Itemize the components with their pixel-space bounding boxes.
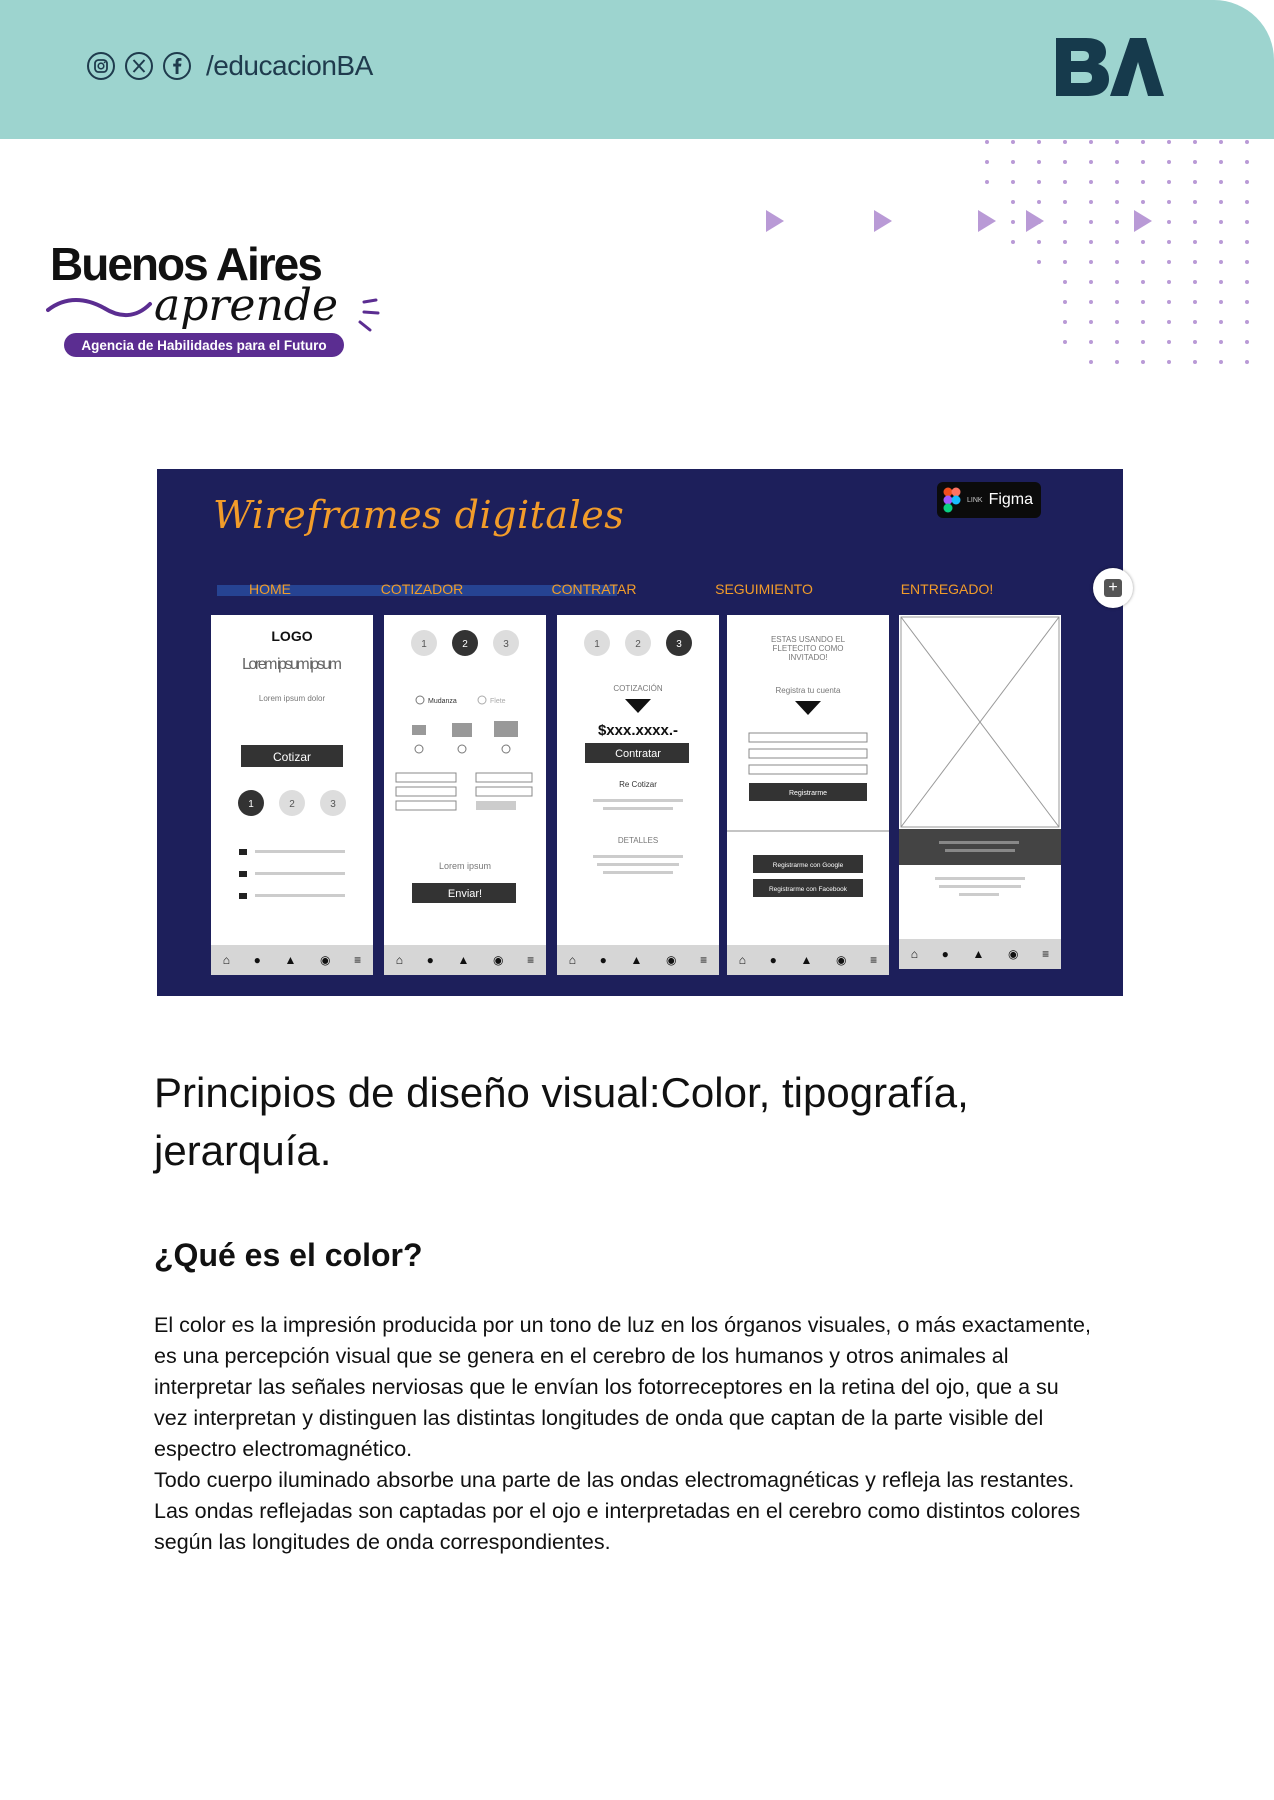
- brand-tagline: Agencia de Habilidades para el Futuro: [81, 338, 326, 353]
- phone-nav-bar: ⌂ ● ▲ ◉ ≡: [727, 945, 889, 975]
- cot-option-flete: Flete: [490, 698, 506, 705]
- wireframes-image: Wireframes digitales LINK Figma HOME COT…: [157, 469, 1123, 996]
- con-step-1: 1: [594, 639, 600, 650]
- home-screen: LOGO Lorem ipsum ipsum Lorem ipsum dolor…: [238, 628, 346, 899]
- paragraph-2: Todo cuerpo iluminado absorbe una parte …: [154, 1468, 1081, 1554]
- con-step-3: 3: [676, 639, 682, 650]
- home-icon: ⌂: [395, 953, 404, 967]
- home-sub: Lorem ipsum dolor: [259, 694, 326, 703]
- ba-logo: [1056, 38, 1164, 96]
- user-icon: ▲: [284, 953, 297, 967]
- figma-link-button[interactable]: LINK Figma: [937, 482, 1041, 518]
- cot-enviar-button: Enviar!: [448, 888, 482, 900]
- cot-step-2: 2: [462, 639, 468, 650]
- seg-google-button: Registrarme con Google: [773, 862, 844, 869]
- tab-contratar: CONTRATAR: [551, 581, 637, 597]
- menu-icon: ≡: [354, 953, 362, 967]
- cot-step-3: 3: [503, 639, 509, 650]
- phone-nav-bar: ⌂ ● ▲ ◉ ≡: [899, 939, 1061, 969]
- instagram-icon[interactable]: [86, 51, 116, 81]
- tab-entregado: ENTREGADO!: [900, 581, 994, 597]
- seg-notice: ESTAS USANDO EL FLETECITO COMO INVITADO!: [770, 635, 846, 662]
- location-icon: ●: [253, 953, 261, 967]
- decorative-arrows: [766, 210, 1152, 232]
- truck-icon: ◉: [836, 953, 847, 967]
- menu-icon: ≡: [870, 953, 878, 967]
- figma-link-small-label: LINK: [967, 496, 983, 504]
- social-handle[interactable]: /educacionBA: [206, 50, 373, 82]
- user-icon: ▲: [800, 953, 813, 967]
- page-title: Principios de diseño visual:Color, tipog…: [154, 1069, 969, 1174]
- con-price: $xxx.xxxx.-: [598, 722, 678, 739]
- section-subtitle: ¿Qué es el color?: [154, 1237, 423, 1273]
- social-links: /educacionBA: [86, 50, 373, 82]
- phone-cotizador: 1 2 3 Mudanza Flete Lorem ipsum Enviar! …: [384, 615, 546, 975]
- phone-nav-bar: ⌂ ● ▲ ◉ ≡: [384, 945, 546, 975]
- menu-icon: ≡: [527, 953, 535, 967]
- home-icon: ⌂: [738, 953, 747, 967]
- phone-nav-bar: ⌂ ● ▲ ◉ ≡: [211, 945, 373, 975]
- brand-logo-graphic: Buenos Aires aprende Agencia de Habilida…: [46, 238, 380, 357]
- home-step-2: 2: [289, 799, 295, 810]
- phone-entregado: ⌂ ● ▲ ◉ ≡: [899, 615, 1061, 969]
- seg-register-label: Registra tu cuenta: [776, 686, 841, 695]
- cot-lorem: Lorem ipsum: [439, 861, 491, 871]
- home-step-1: 1: [248, 799, 254, 810]
- seg-facebook-button: Registrarme con Facebook: [769, 886, 848, 893]
- home-step-3: 3: [330, 799, 336, 810]
- brand-line2: aprende: [154, 280, 338, 331]
- home-icon: ⌂: [568, 953, 577, 967]
- location-icon: ●: [769, 953, 777, 967]
- truck-icon: ◉: [666, 953, 677, 967]
- phone-home: LOGO Lorem ipsum ipsum Lorem ipsum dolor…: [211, 615, 373, 975]
- tab-seguimiento: SEGUIMIENTO: [715, 581, 813, 597]
- user-icon: ▲: [457, 953, 470, 967]
- phone-seguimiento: ESTAS USANDO EL FLETECITO COMO INVITADO!…: [727, 615, 889, 975]
- entregado-screen: [899, 616, 1061, 896]
- phone-contratar: 1 2 3 COTIZACIÓN $xxx.xxxx.- Contratar R…: [557, 615, 719, 975]
- con-step-2: 2: [635, 639, 641, 650]
- home-icon: ⌂: [222, 953, 231, 967]
- location-icon: ●: [941, 947, 949, 961]
- contratar-screen: 1 2 3 COTIZACIÓN $xxx.xxxx.- Contratar R…: [584, 630, 692, 874]
- menu-icon: ≡: [1042, 947, 1050, 961]
- tab-cotizador: COTIZADOR: [380, 581, 464, 597]
- user-icon: ▲: [630, 953, 643, 967]
- buenos-aires-aprende-logo: Buenos Aires aprende Agencia de Habilida…: [46, 238, 386, 370]
- cotizador-screen: 1 2 3 Mudanza Flete Lorem ipsum Enviar!: [395, 630, 533, 903]
- paragraph-1: El color es la impresión producida por u…: [154, 1313, 1091, 1461]
- figma-icon: [943, 487, 961, 513]
- home-logo: LOGO: [271, 628, 312, 644]
- menu-icon: ≡: [700, 953, 708, 967]
- body-text: El color es la impresión producida por u…: [154, 1310, 1094, 1558]
- tab-home: HOME: [249, 581, 291, 597]
- truck-icon: ◉: [320, 953, 331, 967]
- figma-label: Figma: [988, 491, 1034, 508]
- add-button[interactable]: +: [1093, 568, 1133, 608]
- home-headline: Lorem ipsum ipsum: [242, 656, 342, 673]
- home-icon: ⌂: [910, 947, 919, 961]
- con-recotizar: Re Cotizar: [619, 780, 657, 789]
- truck-icon: ◉: [1008, 947, 1019, 961]
- con-detalles: DETALLES: [618, 836, 658, 845]
- con-contratar-button: Contratar: [615, 748, 661, 760]
- decorative-dot-pattern: [985, 140, 1249, 364]
- seg-registrarme-button: Registrarme: [789, 790, 827, 797]
- home-cotizar-button: Cotizar: [273, 750, 311, 764]
- wireframe-tabs: HOME COTIZADOR CONTRATAR SEGUIMIENTO ENT…: [157, 581, 1123, 599]
- con-label: COTIZACIÓN: [613, 684, 663, 693]
- plus-icon: +: [1104, 579, 1122, 597]
- facebook-icon[interactable]: [162, 51, 192, 81]
- phone-nav-bar: ⌂ ● ▲ ◉ ≡: [557, 945, 719, 975]
- seguimiento-screen: ESTAS USANDO EL FLETECITO COMO INVITADO!…: [727, 635, 889, 897]
- wireframe-title: Wireframes digitales: [213, 493, 625, 537]
- header-band: /educacionBA: [0, 0, 1274, 139]
- location-icon: ●: [426, 953, 434, 967]
- x-icon[interactable]: [124, 51, 154, 81]
- truck-icon: ◉: [493, 953, 504, 967]
- cot-option-mudanza: Mudanza: [428, 698, 457, 705]
- location-icon: ●: [599, 953, 607, 967]
- cot-step-1: 1: [421, 639, 427, 650]
- user-icon: ▲: [972, 947, 985, 961]
